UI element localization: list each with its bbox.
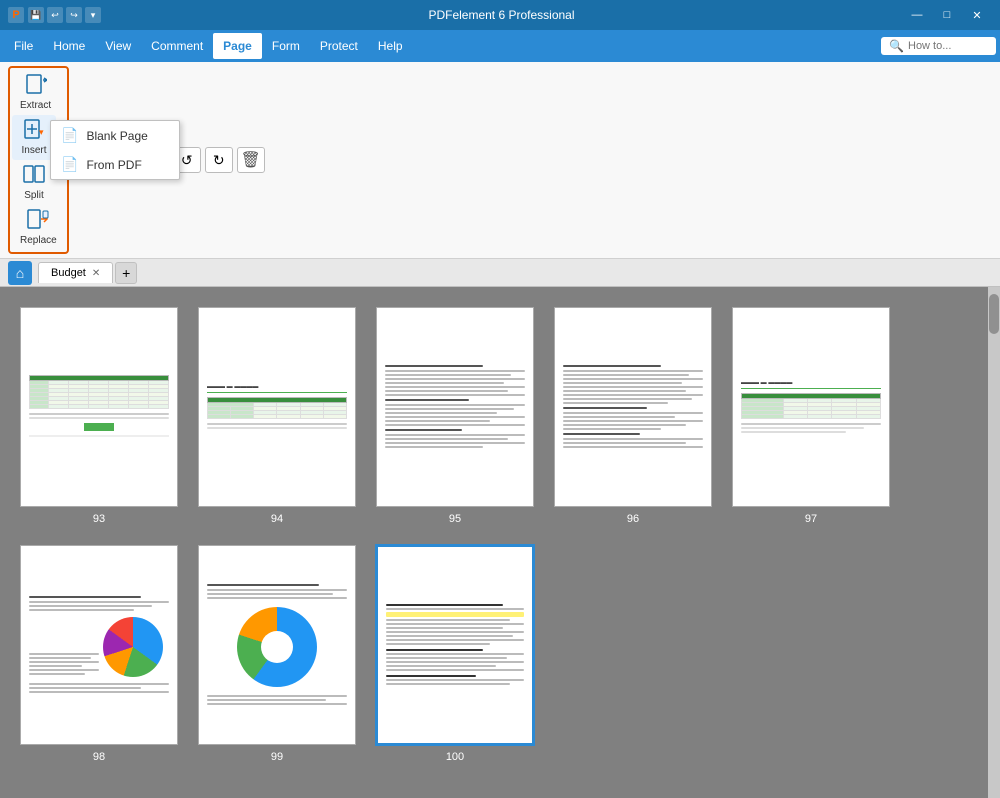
page-thumbnail-100[interactable]: 100 bbox=[376, 545, 534, 763]
page-thumbnail-98[interactable]: 98 bbox=[20, 545, 178, 763]
search-icon: 🔍 bbox=[889, 39, 904, 53]
page-thumbnail-93[interactable]: 93 bbox=[20, 307, 178, 525]
vertical-scrollbar[interactable] bbox=[988, 287, 1000, 798]
page-num-99: 99 bbox=[271, 751, 283, 763]
insert-icon: ▾ bbox=[23, 119, 45, 144]
quick-access-toolbar: 💾 ↩ ↪ ▾ bbox=[28, 7, 101, 23]
extract-icon bbox=[25, 74, 47, 99]
tab-close-icon[interactable]: ✕ bbox=[92, 268, 100, 279]
page-box-97[interactable]: ▬▬▬ ▬ ▬▬▬▬ bbox=[732, 307, 890, 507]
app-title: PDFelement 6 Professional bbox=[428, 8, 574, 22]
page-thumbnail-99[interactable]: 99 bbox=[198, 545, 356, 763]
menu-bar: File Home View Comment Page Form Protect… bbox=[0, 30, 1000, 62]
blank-page-icon: 📄 bbox=[61, 127, 78, 144]
app-icon: P bbox=[8, 7, 24, 23]
undo-icon[interactable]: ↩ bbox=[47, 7, 63, 23]
menu-help[interactable]: Help bbox=[368, 33, 413, 59]
insert-dropdown: 📄 Blank Page 📄 From PDF bbox=[50, 120, 180, 180]
page-box-100[interactable] bbox=[376, 545, 534, 745]
page-thumbnail-95[interactable]: 95 bbox=[376, 307, 534, 525]
page-num-97: 97 bbox=[805, 513, 817, 525]
page-thumbnail-96[interactable]: 96 bbox=[554, 307, 712, 525]
menu-comment[interactable]: Comment bbox=[141, 33, 213, 59]
blank-page-label: Blank Page bbox=[86, 129, 147, 143]
title-bar: P 💾 ↩ ↪ ▾ PDFelement 6 Professional — □ … bbox=[0, 0, 1000, 30]
split-label: Split bbox=[24, 190, 43, 201]
menu-view[interactable]: View bbox=[95, 33, 141, 59]
delete-button[interactable]: 🗑 bbox=[237, 147, 265, 173]
more-icon[interactable]: ▾ bbox=[85, 7, 101, 23]
page-num-94: 94 bbox=[271, 513, 283, 525]
replace-label: Replace bbox=[20, 235, 57, 246]
page-thumbnail-94[interactable]: ▬▬▬ ▬ ▬▬▬▬ bbox=[198, 307, 356, 525]
window-controls: — □ ✕ bbox=[902, 0, 992, 30]
menu-page[interactable]: Page bbox=[213, 33, 262, 59]
insert-label: Insert bbox=[21, 145, 46, 156]
menu-form[interactable]: Form bbox=[262, 33, 310, 59]
page-box-93[interactable] bbox=[20, 307, 178, 507]
minimize-button[interactable]: — bbox=[902, 0, 932, 30]
maximize-button[interactable]: □ bbox=[932, 0, 962, 30]
replace-button[interactable]: Replace bbox=[12, 205, 65, 250]
menu-file[interactable]: File bbox=[4, 33, 43, 59]
tab-label: Budget bbox=[51, 267, 86, 279]
page-num-96: 96 bbox=[627, 513, 639, 525]
scroll-thumb[interactable] bbox=[989, 294, 999, 334]
page-num-93: 93 bbox=[93, 513, 105, 525]
from-pdf-icon: 📄 bbox=[61, 156, 78, 173]
rotate-right-button[interactable]: ↻ bbox=[205, 147, 233, 173]
page-thumbnail-97[interactable]: ▬▬▬ ▬ ▬▬▬▬ bbox=[732, 307, 890, 525]
menu-protect[interactable]: Protect bbox=[310, 33, 368, 59]
from-pdf-label: From PDF bbox=[86, 158, 141, 172]
page-box-96[interactable] bbox=[554, 307, 712, 507]
page-box-99[interactable] bbox=[198, 545, 356, 745]
page-num-100: 100 bbox=[446, 751, 464, 763]
tab-budget[interactable]: Budget ✕ bbox=[38, 262, 113, 283]
search-input[interactable] bbox=[908, 40, 988, 52]
redo-icon[interactable]: ↪ bbox=[66, 7, 82, 23]
split-icon bbox=[23, 164, 45, 189]
tab-bar: ⌂ Budget ✕ + bbox=[0, 259, 1000, 287]
menu-search: 🔍 bbox=[881, 37, 996, 55]
page-box-98[interactable] bbox=[20, 545, 178, 745]
svg-text:▾: ▾ bbox=[39, 127, 44, 137]
page-thumbnail-area: 93 ▬▬▬ ▬ ▬▬▬▬ bbox=[0, 287, 988, 798]
close-button[interactable]: ✕ bbox=[962, 0, 992, 30]
replace-icon bbox=[27, 209, 49, 234]
toolbar: Extract ▾ Insert Split Replace 100 50 75… bbox=[0, 62, 1000, 259]
home-tab-button[interactable]: ⌂ bbox=[8, 261, 32, 285]
page-box-94[interactable]: ▬▬▬ ▬ ▬▬▬▬ bbox=[198, 307, 356, 507]
content-wrapper: 93 ▬▬▬ ▬ ▬▬▬▬ bbox=[0, 287, 1000, 798]
page-num-98: 98 bbox=[93, 751, 105, 763]
menu-home[interactable]: Home bbox=[43, 33, 95, 59]
add-tab-button[interactable]: + bbox=[115, 262, 137, 284]
blank-page-item[interactable]: 📄 Blank Page bbox=[51, 121, 179, 150]
extract-button[interactable]: Extract bbox=[12, 70, 59, 115]
from-pdf-item[interactable]: 📄 From PDF bbox=[51, 150, 179, 179]
page-num-95: 95 bbox=[449, 513, 461, 525]
title-bar-left: P 💾 ↩ ↪ ▾ bbox=[8, 7, 101, 23]
extract-label: Extract bbox=[20, 100, 51, 111]
save-icon[interactable]: 💾 bbox=[28, 7, 44, 23]
page-box-95[interactable] bbox=[376, 307, 534, 507]
